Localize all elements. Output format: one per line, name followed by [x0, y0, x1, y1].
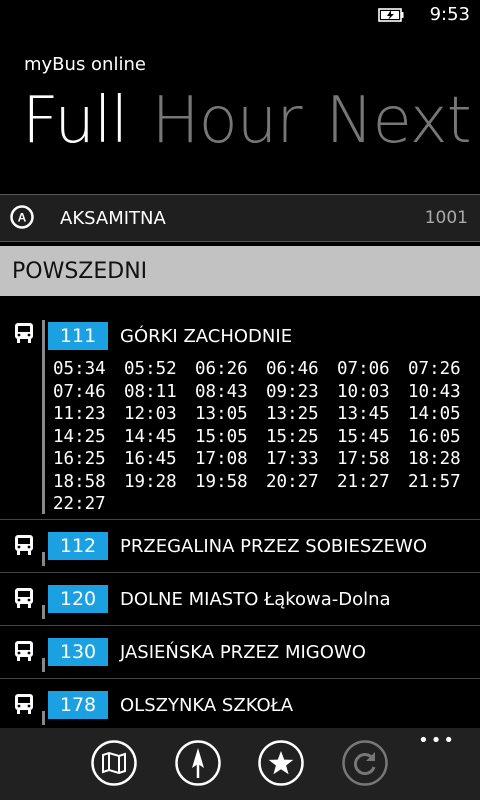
departure-time: 19:28: [124, 471, 177, 492]
departure-time: 18:58: [53, 471, 106, 492]
departure-time: 05:52: [124, 359, 177, 379]
map-icon[interactable]: [91, 740, 137, 786]
more-button[interactable]: •••: [418, 730, 456, 751]
departure-time: 18:28: [408, 449, 461, 469]
route-row[interactable]: 120 DOLNE MIASTO Łąkowa-Dolna: [0, 573, 480, 626]
departure-time: 19:58: [195, 471, 248, 492]
stop-header[interactable]: A AKSAMITNA 1001: [0, 194, 480, 242]
star-icon[interactable]: [258, 740, 304, 786]
app-title: myBus online: [24, 54, 146, 75]
departure-time: 07:26: [408, 359, 461, 379]
departure-time: 08:11: [124, 381, 177, 402]
compass-icon[interactable]: [175, 740, 221, 786]
departure-time: 09:23: [266, 381, 319, 402]
route-line: [42, 711, 45, 725]
departure-time: 13:45: [337, 404, 390, 424]
route-destination: PRZEGALINA PRZEZ SOBIESZEWO: [120, 536, 428, 557]
departure-time: 12:03: [124, 404, 177, 424]
pivot-tab-next[interactable]: Next: [326, 84, 472, 158]
route-line: [42, 605, 45, 619]
departure-time: 14:05: [408, 404, 461, 424]
departure-time: 07:46: [53, 381, 106, 402]
route-row[interactable]: 130 JASIEŃSKA PRZEZ MIGOWO: [0, 626, 480, 679]
departure-time: 17:08: [195, 449, 248, 469]
departure-time: 16:45: [124, 449, 177, 469]
departure-time: 14:45: [124, 426, 177, 447]
departure-time: 06:46: [266, 359, 319, 379]
departure-time: 21:27: [337, 471, 390, 492]
pivot-tab-hour[interactable]: Hour: [151, 84, 302, 158]
route-destination: JASIEŃSKA PRZEZ MIGOWO: [120, 642, 366, 663]
pivot-header: Full Hour Next: [22, 84, 480, 158]
route-number-badge: 178: [48, 691, 108, 719]
bus-icon: [15, 535, 33, 555]
departure-time: 20:27: [266, 471, 319, 492]
route-line: [42, 552, 45, 566]
bus-icon: [15, 641, 33, 661]
bus-icon: [15, 323, 33, 343]
departure-time: 10:43: [408, 381, 461, 402]
route-number-badge: 130: [48, 638, 108, 666]
departure-time: 14:25: [53, 426, 106, 447]
bus-icon: [15, 694, 33, 714]
departure-time: 13:05: [195, 404, 248, 424]
refresh-icon[interactable]: [342, 740, 388, 786]
route-destination: GÓRKI ZACHODNIE: [120, 326, 293, 347]
clock: 9:53: [429, 4, 470, 25]
departure-time: 06:26: [195, 359, 248, 379]
route-row[interactable]: 112 PRZEGALINA PRZEZ SOBIESZEWO: [0, 520, 480, 573]
route-destination: DOLNE MIASTO Łąkowa-Dolna: [120, 589, 391, 610]
route-number-badge: 112: [48, 532, 108, 560]
stop-code: 1001: [424, 208, 468, 228]
departure-time: 05:34: [53, 359, 106, 379]
departure-time: 11:23: [53, 404, 106, 424]
departure-time: 15:05: [195, 426, 248, 447]
route-destination: OLSZYNKA SZKOŁA: [120, 695, 294, 716]
bus-icon: [15, 588, 33, 608]
departure-time: 21:57: [408, 471, 461, 492]
route-number-badge: 111: [48, 322, 108, 350]
stop-name: AKSAMITNA: [60, 208, 166, 229]
departure-time: 15:45: [337, 426, 390, 447]
battery-charging-icon: [378, 8, 404, 22]
route-line: [42, 320, 45, 514]
route-row[interactable]: 178 OLSZYNKA SZKOŁA: [0, 679, 480, 732]
departure-time: 07:06: [337, 359, 390, 379]
departure-time: 17:33: [266, 449, 319, 469]
app-bar: •••: [0, 728, 480, 800]
departure-times: 05:34 05:52 06:26 06:46 07:06 07:26 07:46 08:11…: [53, 358, 479, 516]
bus-stop-icon: A: [10, 205, 34, 229]
departure-time: 10:03: [337, 381, 390, 402]
departure-time: 15:25: [266, 426, 319, 447]
departure-time: 17:58: [337, 449, 390, 469]
route-number-badge: 120: [48, 585, 108, 613]
day-type-header: POWSZEDNI: [0, 246, 480, 296]
pivot-tab-full[interactable]: Full: [22, 84, 128, 158]
departure-time: 16:25: [53, 449, 106, 469]
stop-letter: A: [18, 211, 27, 225]
departure-time: 16:05: [408, 426, 461, 447]
status-bar: 9:53: [0, 0, 480, 32]
departure-time: 22:27: [53, 494, 106, 514]
route-line: [42, 658, 45, 672]
departure-time: 08:43: [195, 381, 248, 402]
departure-time: 13:25: [266, 404, 319, 424]
